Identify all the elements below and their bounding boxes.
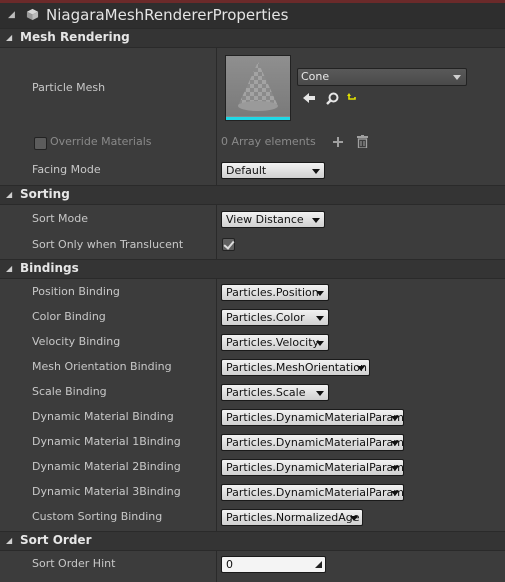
sort-order-hint-input[interactable]: 0 <box>221 556 326 573</box>
sort-mode-label: Sort Mode <box>32 212 89 225</box>
facing-mode-label: Facing Mode <box>32 163 101 176</box>
chevron-down-icon <box>316 391 324 396</box>
chevron-down-icon <box>453 75 461 80</box>
binding-combo[interactable]: Particles.MeshOrientation <box>221 359 370 376</box>
window-title: NiagaraMeshRendererProperties <box>46 6 289 24</box>
binding-value: Particles.Scale <box>226 386 306 399</box>
binding-value: Particles.NormalizedAge <box>226 511 360 524</box>
asset-color-bar <box>226 117 290 120</box>
reset-arrow-icon[interactable] <box>347 93 357 103</box>
binding-label: Scale Binding <box>32 385 107 398</box>
binding-value: Particles.DynamicMaterialParam <box>226 436 404 449</box>
binding-label: Dynamic Material 1Binding <box>32 435 181 448</box>
binding-value: Particles.MeshOrientation <box>226 361 367 374</box>
category-label: Sort Order <box>20 533 92 547</box>
chevron-down-icon <box>391 441 399 446</box>
column-splitter[interactable] <box>216 29 217 582</box>
binding-label: Velocity Binding <box>32 335 121 348</box>
resize-grip-icon[interactable] <box>315 561 322 568</box>
binding-combo[interactable]: Particles.Scale <box>221 384 329 401</box>
binding-value: Particles.Color <box>226 311 305 324</box>
binding-label: Custom Sorting Binding <box>32 510 163 523</box>
binding-combo[interactable]: Particles.DynamicMaterialParam <box>221 434 404 451</box>
facing-mode-value: Default <box>226 164 267 177</box>
chevron-down-icon <box>316 291 324 296</box>
array-elements-count: 0 Array elements <box>221 135 316 148</box>
collapse-arrow-icon[interactable]: ◢ <box>8 10 15 20</box>
use-selected-arrow-icon[interactable] <box>302 92 316 104</box>
binding-label: Position Binding <box>32 285 120 298</box>
cone-preview-icon <box>226 56 290 116</box>
binding-combo[interactable]: Particles.NormalizedAge <box>221 509 363 526</box>
particle-mesh-value: Cone <box>301 70 330 83</box>
cube-icon <box>26 8 39 21</box>
sort-translucent-label: Sort Only when Translucent <box>32 238 184 251</box>
chevron-down-icon <box>316 316 324 321</box>
category-label: Bindings <box>20 261 79 275</box>
category-sort-order[interactable]: ◢ Sort Order <box>0 531 505 551</box>
expand-arrow-icon: ◢ <box>6 190 13 199</box>
binding-combo[interactable]: Particles.DynamicMaterialParam <box>221 409 404 426</box>
category-label: Sorting <box>20 187 70 201</box>
binding-combo[interactable]: Particles.Color <box>221 309 329 326</box>
expand-arrow-icon: ◢ <box>6 536 13 545</box>
trash-icon[interactable] <box>357 135 368 148</box>
sort-order-hint-value: 0 <box>226 558 233 571</box>
chevron-down-icon <box>316 341 324 346</box>
binding-label: Color Binding <box>32 310 106 323</box>
binding-combo[interactable]: Particles.DynamicMaterialParam <box>221 459 404 476</box>
binding-value: Particles.DynamicMaterialParam <box>226 411 404 424</box>
facing-mode-combo[interactable]: Default <box>221 162 325 179</box>
expand-arrow-icon: ◢ <box>6 33 13 42</box>
chevron-down-icon <box>391 491 399 496</box>
binding-value: Particles.Velocity <box>226 336 320 349</box>
binding-label: Dynamic Material Binding <box>32 410 174 423</box>
binding-label: Mesh Orientation Binding <box>32 360 172 373</box>
binding-label: Dynamic Material 2Binding <box>32 460 181 473</box>
chevron-down-icon <box>357 366 365 371</box>
add-element-icon[interactable] <box>332 136 344 148</box>
binding-combo[interactable]: Particles.DynamicMaterialParam <box>221 484 404 501</box>
sort-order-hint-label: Sort Order Hint <box>32 557 116 570</box>
mesh-thumbnail[interactable] <box>225 55 291 121</box>
binding-combo[interactable]: Particles.Velocity <box>221 334 329 351</box>
sort-mode-combo[interactable]: View Distance <box>221 211 325 228</box>
browse-magnifier-icon[interactable] <box>326 92 339 105</box>
override-materials-checkbox[interactable] <box>34 137 47 150</box>
details-title-bar: ◢ NiagaraMeshRendererProperties <box>0 3 505 29</box>
binding-value: Particles.DynamicMaterialParam <box>226 486 404 499</box>
chevron-down-icon <box>312 218 320 223</box>
sort-mode-value: View Distance <box>226 213 304 226</box>
category-sorting[interactable]: ◢ Sorting <box>0 185 505 205</box>
category-mesh-rendering[interactable]: ◢ Mesh Rendering <box>0 28 505 48</box>
chevron-down-icon <box>350 516 358 521</box>
sort-translucent-checkbox[interactable] <box>222 238 235 251</box>
binding-label: Dynamic Material 3Binding <box>32 485 181 498</box>
chevron-down-icon <box>391 466 399 471</box>
binding-value: Particles.DynamicMaterialParam <box>226 461 404 474</box>
expand-arrow-icon: ◢ <box>6 264 13 273</box>
category-label: Mesh Rendering <box>20 30 130 44</box>
override-materials-label: Override Materials <box>50 135 152 148</box>
chevron-down-icon <box>391 416 399 421</box>
binding-value: Particles.Position <box>226 286 319 299</box>
particle-mesh-combo[interactable]: Cone <box>297 68 467 86</box>
binding-combo[interactable]: Particles.Position <box>221 284 329 301</box>
particle-mesh-label: Particle Mesh <box>32 81 106 94</box>
category-bindings[interactable]: ◢ Bindings <box>0 259 505 279</box>
chevron-down-icon <box>312 169 320 174</box>
